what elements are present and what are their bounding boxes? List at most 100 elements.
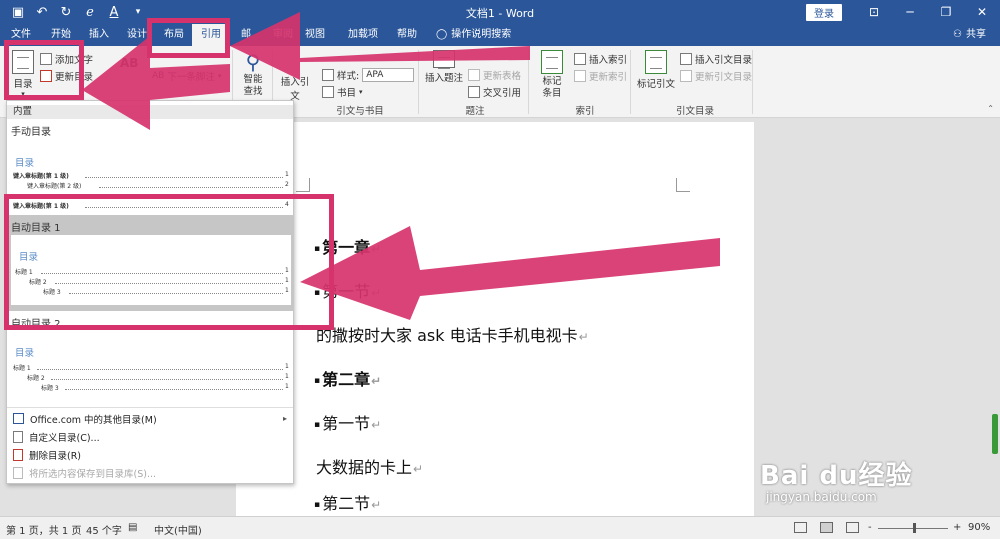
update-toc-button[interactable]: 更新目录 bbox=[40, 69, 93, 83]
tab-view[interactable]: 视图 bbox=[300, 24, 330, 46]
update-table-button[interactable]: 更新表格 bbox=[468, 68, 521, 82]
save-to-gallery-item[interactable]: 将所选内容保存到目录库(S)... bbox=[13, 464, 291, 481]
login-button[interactable]: 登录 bbox=[806, 3, 842, 21]
next-footnote-label: 下一条脚注 bbox=[167, 72, 215, 83]
tell-me-search[interactable]: ◯ 操作说明搜索 bbox=[436, 24, 511, 46]
mark-citation-button[interactable]: 标记引文 bbox=[636, 50, 676, 90]
toc-auto2-option[interactable]: 自动目录 2 目录 标题 1 1 标题 2 1 标题 3 1 bbox=[7, 311, 293, 405]
smart-lookup-button[interactable]: ⚲ 智能查找 bbox=[238, 50, 268, 98]
document-paragraph[interactable]: ▪ 第一节↵ bbox=[314, 410, 381, 434]
read-mode-icon[interactable] bbox=[794, 522, 807, 533]
zoom-slider-handle[interactable] bbox=[913, 523, 916, 533]
mark-entry-button[interactable]: 标记条目 bbox=[536, 50, 568, 100]
close-icon[interactable]: ✕ bbox=[964, 0, 1000, 24]
customize-qat-icon[interactable]: ▾ bbox=[128, 2, 148, 22]
toc-entry: 标题 1 bbox=[13, 365, 31, 372]
status-bar: 第 1 页，共 1 页 45 个字 ▤ 中文(中国) - + 90% bbox=[0, 516, 1000, 539]
paragraph-text: 大数据的卡上 bbox=[316, 458, 413, 477]
tab-help[interactable]: 帮助 bbox=[392, 24, 422, 46]
proofing-icon[interactable]: ▤ bbox=[128, 522, 137, 533]
insert-caption-button[interactable]: 插入题注 bbox=[424, 50, 464, 84]
update-toc-label: 更新目录 bbox=[55, 72, 94, 83]
page-count[interactable]: 第 1 页，共 1 页 bbox=[6, 522, 81, 537]
group-index-label: 索引 bbox=[575, 106, 595, 117]
tab-addins[interactable]: 加载项 bbox=[344, 24, 382, 46]
next-footnote-icon: AB bbox=[152, 71, 165, 81]
document-paragraph[interactable]: 大数据的卡上↵ bbox=[316, 454, 423, 478]
print-layout-icon[interactable] bbox=[820, 522, 833, 533]
minimize-icon[interactable]: ─ bbox=[892, 0, 928, 24]
word-count[interactable]: 45 个字 bbox=[86, 522, 122, 537]
document-paragraph[interactable]: 的撒按时大家 ask 电话卡手机电视卡↵ bbox=[316, 322, 589, 346]
custom-toc-item[interactable]: 自定义目录(C)... bbox=[13, 428, 291, 445]
tab-references[interactable]: 引用 bbox=[192, 24, 230, 46]
tab-home[interactable]: 开始 bbox=[46, 24, 76, 46]
update-index-button[interactable]: 更新索引 bbox=[574, 69, 627, 83]
tab-layout[interactable]: 布局 bbox=[158, 24, 190, 46]
toc-manual-title: 手动目录 bbox=[11, 127, 51, 138]
collapse-ribbon-icon[interactable]: ⌃ bbox=[987, 104, 994, 113]
insert-toa-button[interactable]: 插入引文目录 bbox=[680, 52, 752, 66]
paragraph-mark-icon: ↵ bbox=[371, 418, 382, 432]
toc-dropdown: 内置 手动目录 目录 键入章标题(第 1 级) 1 键入章标题(第 2 级) 2… bbox=[6, 100, 294, 484]
heading-bullet-icon: ▪ bbox=[314, 499, 321, 510]
section-builtin: 内置 bbox=[7, 105, 293, 119]
lightbulb-icon: ◯ bbox=[436, 29, 448, 40]
toc-entry-page: 1 bbox=[285, 267, 289, 274]
toc-button[interactable]: 目录 ▾ bbox=[8, 50, 38, 98]
zoom-level[interactable]: 90% bbox=[968, 522, 990, 533]
bibliography-icon bbox=[322, 86, 334, 98]
cross-reference-button[interactable]: 交叉引用 bbox=[468, 85, 521, 99]
document-page[interactable]: ▪ 第一章↵ ▪ 第一节↵ 的撒按时大家 ask 电话卡手机电视卡↵ ▪ 第二章↵ ▪ 第一节↵… bbox=[236, 122, 754, 516]
toc-manual-option[interactable]: 手动目录 目录 键入章标题(第 1 级) 1 键入章标题(第 2 级) 2 键入… bbox=[7, 121, 293, 215]
next-footnote-button[interactable]: AB 下一条脚注 ▾ bbox=[152, 69, 221, 83]
ribbon-display-icon[interactable]: ⊡ bbox=[856, 0, 892, 24]
style-select[interactable]: 样式: APA bbox=[322, 68, 415, 82]
add-text-button[interactable]: 添加文字 bbox=[40, 52, 93, 66]
tab-design[interactable]: 设计 bbox=[122, 24, 152, 46]
web-layout-icon[interactable] bbox=[846, 522, 859, 533]
tab-review[interactable]: 审阅 bbox=[268, 24, 298, 46]
document-paragraph[interactable]: ▪ 第二节↵ bbox=[314, 490, 381, 514]
equation-icon[interactable]: e bbox=[80, 2, 100, 22]
insert-footnote-icon[interactable]: AB bbox=[120, 56, 138, 70]
style-label: 样式: bbox=[337, 71, 360, 82]
toc-auto1-option[interactable]: 自动目录 1 目录 标题 1 1 标题 2 1 标题 3 1 bbox=[7, 215, 293, 311]
vertical-scrollbar[interactable] bbox=[992, 414, 998, 454]
tab-file[interactable]: 文件 bbox=[6, 24, 36, 46]
chevron-down-icon: ▾ bbox=[217, 72, 222, 80]
paragraph-mark-icon: ↵ bbox=[371, 374, 382, 388]
zoom-in-button[interactable]: + bbox=[953, 522, 961, 533]
bibliography-button[interactable]: 书目 ▾ bbox=[322, 85, 363, 99]
tell-me-label: 操作说明搜索 bbox=[451, 29, 512, 40]
undo-icon[interactable]: ↶ bbox=[32, 2, 52, 22]
toc-entry-page: 1 bbox=[285, 171, 289, 178]
document-paragraph[interactable]: ▪ 第一节↵ bbox=[314, 278, 381, 302]
delete-toc-label: 删除目录(R) bbox=[29, 450, 82, 462]
more-toc-label: Office.com 中的其他目录(M) bbox=[30, 414, 157, 426]
toc-entry-page: 1 bbox=[285, 373, 289, 380]
save-icon[interactable]: ▣ bbox=[8, 2, 28, 22]
style-value[interactable]: APA bbox=[362, 68, 415, 82]
share-button[interactable]: ⚇ 共享 bbox=[953, 24, 986, 46]
redo-icon[interactable]: ↻ bbox=[56, 2, 76, 22]
cross-reference-label: 交叉引用 bbox=[483, 88, 522, 99]
group-citations-label: 引文与书目 bbox=[336, 106, 384, 117]
zoom-out-button[interactable]: - bbox=[868, 522, 872, 533]
maximize-icon[interactable]: ❐ bbox=[928, 0, 964, 24]
tab-mailings[interactable]: 邮 bbox=[236, 24, 256, 46]
font-color-icon[interactable]: A bbox=[104, 2, 124, 22]
more-toc-office-item[interactable]: Office.com 中的其他目录(M) ▸ bbox=[13, 410, 291, 427]
table-of-contents-icon bbox=[12, 50, 34, 74]
language[interactable]: 中文(中国) bbox=[154, 522, 202, 537]
document-paragraph[interactable]: ▪ 第一章↵ bbox=[314, 234, 381, 258]
delete-toc-item[interactable]: 删除目录(R) bbox=[13, 446, 291, 463]
toc-auto2-title: 自动目录 2 bbox=[11, 319, 61, 330]
paragraph-text: 第二节 bbox=[322, 494, 371, 513]
toc-manual-heading: 目录 bbox=[15, 158, 35, 169]
insert-citation-button[interactable]: 插入引文 bbox=[278, 52, 312, 102]
insert-index-button[interactable]: 插入索引 bbox=[574, 52, 627, 66]
document-paragraph[interactable]: ▪ 第二章↵ bbox=[314, 366, 381, 390]
update-toa-button[interactable]: 更新引文目录 bbox=[680, 69, 752, 83]
tab-insert[interactable]: 插入 bbox=[84, 24, 114, 46]
